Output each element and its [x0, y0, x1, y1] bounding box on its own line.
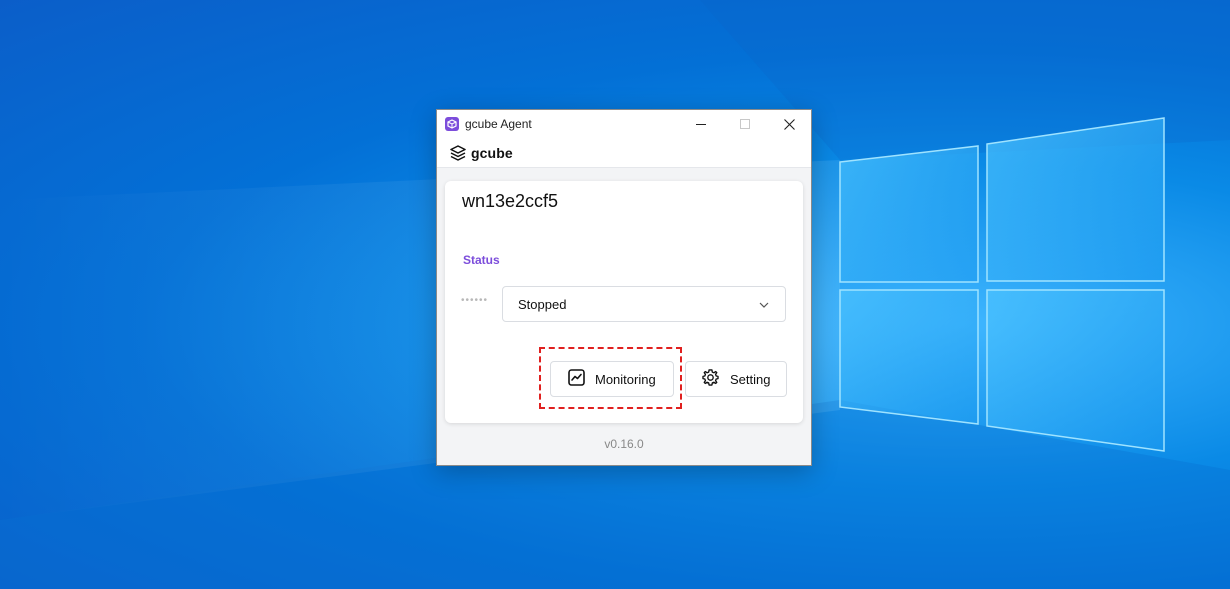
- brand-name: gcube: [471, 144, 513, 161]
- hostname: wn13e2ccf5: [462, 191, 559, 211]
- window-controls: [679, 110, 811, 138]
- agent-card: wn13e2ccf5 Status •••••• Stopped Monitor…: [445, 181, 803, 423]
- gcube-logo-icon: [450, 144, 466, 161]
- chevron-down-icon: [759, 295, 769, 313]
- close-icon[interactable]: [767, 110, 811, 138]
- gcube-app-icon: [445, 117, 459, 131]
- status-select[interactable]: Stopped: [502, 286, 786, 322]
- brand-header: gcube: [437, 138, 811, 168]
- version-label: v0.16.0: [604, 437, 644, 451]
- setting-button[interactable]: Setting: [685, 361, 787, 397]
- status-label: Status: [463, 253, 500, 267]
- status-indicator: ••••••: [461, 295, 489, 306]
- window-title: gcube Agent: [465, 117, 532, 131]
- title-bar[interactable]: gcube Agent: [437, 110, 811, 138]
- maximize-icon[interactable]: [723, 110, 767, 138]
- setting-label: Setting: [730, 371, 771, 387]
- highlight-box: [539, 347, 682, 409]
- gcube-agent-window: gcube Agent gcube wn13e2ccf5 Status ••••: [436, 109, 812, 466]
- gear-icon: [701, 368, 720, 390]
- status-select-value: Stopped: [518, 296, 567, 312]
- minimize-icon[interactable]: [679, 110, 723, 138]
